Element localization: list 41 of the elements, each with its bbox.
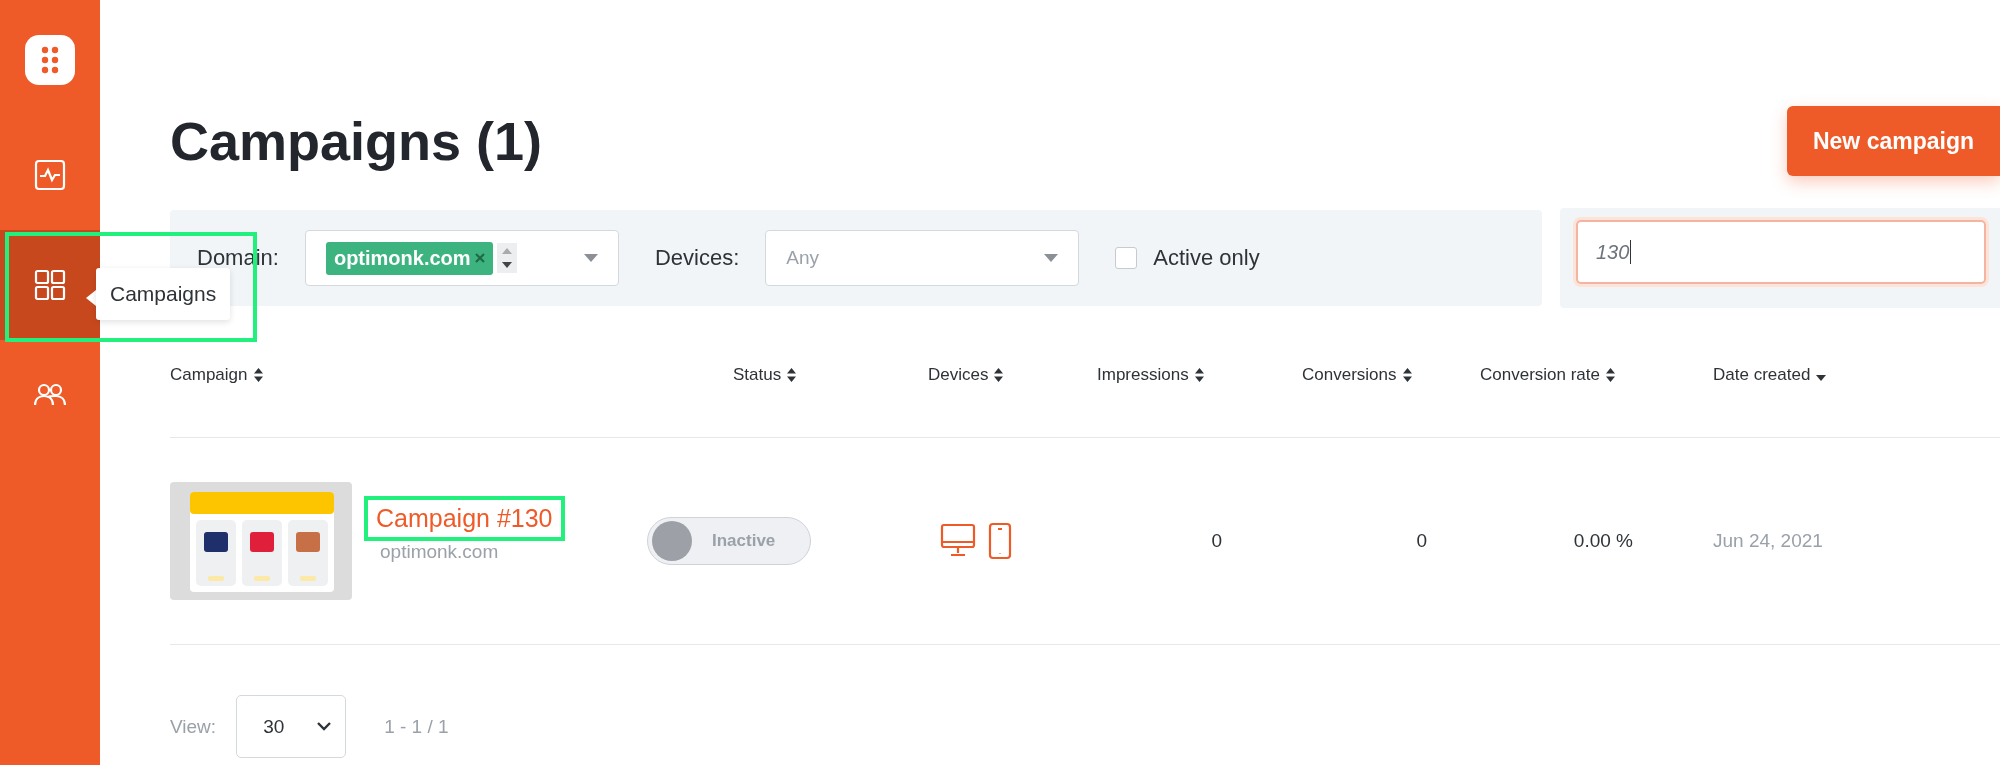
column-header[interactable]: Impressions bbox=[1097, 364, 1204, 385]
campaign-domain: optimonk.com bbox=[379, 540, 500, 563]
sort-icon[interactable] bbox=[787, 367, 797, 382]
conversion-rate-cell-text: 0.00 % bbox=[1573, 530, 1634, 552]
desktop-icon bbox=[940, 522, 976, 558]
column-header[interactable]: Conversions bbox=[1302, 364, 1412, 385]
caret-icon[interactable] bbox=[1044, 254, 1059, 262]
page-title: Campaigns (1) bbox=[170, 110, 543, 172]
activity-chart-icon[interactable] bbox=[34, 159, 66, 191]
sort-icon[interactable] bbox=[1606, 367, 1615, 382]
remove-icon[interactable] bbox=[474, 253, 485, 263]
conversions-cell-text: 0 bbox=[1416, 530, 1428, 552]
devices-label: Devices: bbox=[654, 245, 740, 271]
column-header[interactable]: Conversion rate bbox=[1480, 364, 1615, 385]
spinner-icon[interactable] bbox=[496, 243, 517, 273]
tooltip-arrow bbox=[86, 290, 96, 306]
column-header[interactable]: Devices bbox=[928, 364, 1004, 385]
checkbox[interactable] bbox=[1115, 247, 1138, 269]
view-label: View: bbox=[170, 715, 217, 738]
sort-icon[interactable] bbox=[994, 367, 1004, 382]
caret-icon[interactable] bbox=[583, 254, 598, 262]
page-range: 1 - 1 / 1 bbox=[384, 715, 449, 738]
column-header[interactable]: Campaign bbox=[170, 364, 263, 385]
sort-down-icon[interactable] bbox=[1816, 374, 1827, 381]
users-icon[interactable] bbox=[34, 383, 66, 407]
domain-tag: optimonk.com bbox=[325, 241, 493, 275]
logo-icon[interactable] bbox=[22, 32, 78, 88]
mobile-phone-icon bbox=[988, 522, 1012, 560]
search-field[interactable]: 130 bbox=[1576, 220, 1986, 284]
sort-icon[interactable] bbox=[1402, 367, 1412, 382]
impressions-cell-text: 0 bbox=[1211, 530, 1223, 552]
page-size-select[interactable]: 30 bbox=[236, 695, 347, 758]
sort-icon[interactable] bbox=[253, 367, 263, 382]
grid-icon[interactable] bbox=[34, 269, 66, 301]
active-only-label: Active only bbox=[1153, 245, 1260, 271]
column-header[interactable]: Date created bbox=[1713, 364, 1827, 385]
sort-icon[interactable] bbox=[1194, 367, 1204, 382]
chevron-down-icon bbox=[317, 722, 332, 731]
tooltip: Campaigns bbox=[96, 268, 231, 320]
date-cell-text: Jun 24, 2021 bbox=[1713, 530, 1824, 552]
column-header[interactable]: Status bbox=[647, 364, 797, 385]
